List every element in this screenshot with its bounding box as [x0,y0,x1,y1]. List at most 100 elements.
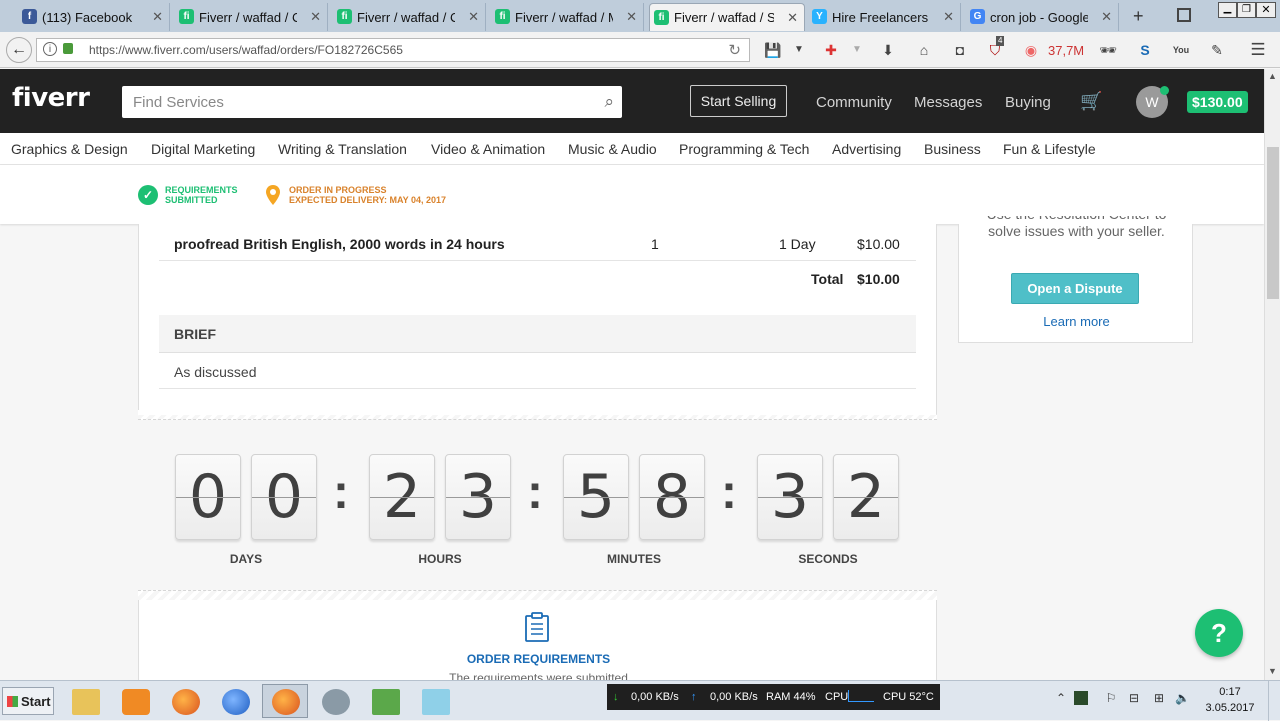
category-digital-marketing[interactable]: Digital Marketing [151,141,255,157]
dropdown-icon[interactable]: ▼ [848,41,866,59]
show-hidden-icons[interactable]: ⌃ [1054,691,1068,705]
order-item-duration: 1 Day [779,236,816,252]
category-business[interactable]: Business [924,141,981,157]
lock-icon [63,43,73,54]
ublock-icon[interactable]: ⛉ 4 [986,36,1005,59]
network-tray-icon[interactable]: ⊞ [1152,691,1166,705]
countdown-unit-minutes: MINUTES [607,552,661,566]
cpu-graph [848,690,874,702]
maximize-button[interactable]: ❐ [1237,2,1256,18]
cpu-temperature: CPU 52°C [883,691,934,703]
media-player-taskbar-icon[interactable] [112,684,158,718]
scroll-up-arrow[interactable]: ▲ [1268,71,1277,81]
notepad-taskbar-icon[interactable] [412,684,458,718]
clock-time[interactable]: 0:17 [1204,686,1256,698]
close-window-button[interactable]: ✕ [1256,2,1276,18]
category-programming-tech[interactable]: Programming & Tech [679,141,809,157]
nav-link-messages[interactable]: Messages [914,94,982,111]
minimize-button[interactable]: ▁ [1218,2,1237,18]
browser-tab[interactable]: Gcron job - Google S ✕ [966,3,1119,31]
info-icon[interactable]: i [43,42,57,56]
firefox-active-taskbar-icon[interactable] [262,684,308,718]
start-button[interactable]: Start [2,687,54,715]
category-video-animation[interactable]: Video & Animation [431,141,545,157]
url-bar[interactable]: i https://www.fiverr.com/users/waffad/or… [36,38,750,62]
close-tab-icon[interactable]: ✕ [787,10,798,26]
scroll-down-arrow[interactable]: ▼ [1268,666,1277,676]
countdown-digit: 3 [757,454,823,540]
close-tab-icon[interactable]: ✕ [152,9,163,25]
explorer-taskbar-icon[interactable] [62,684,108,718]
freelancer-icon: Y [812,9,827,24]
cart-icon[interactable]: 🛒 [1080,91,1102,112]
close-tab-icon[interactable]: ✕ [1101,9,1112,25]
back-button[interactable]: ← [6,37,32,63]
save-page-icon[interactable]: 💾 [764,41,782,59]
tab-label: Fiverr / waffad / My [515,9,613,25]
fiverr-logo[interactable]: fiverr [12,83,90,113]
reload-icon[interactable]: ↻ [728,41,741,59]
category-advertising[interactable]: Advertising [832,141,901,157]
nav-link-buying[interactable]: Buying [1005,94,1051,111]
page-scrollbar[interactable]: ▲ ▼ [1264,69,1280,680]
youtube-icon[interactable]: You [1172,41,1190,59]
countdown-digit: 2 [369,454,435,540]
incognito-icon[interactable]: 🕶 [1099,41,1117,59]
pocket-icon[interactable]: ◘ [951,41,969,59]
usb-tray-icon[interactable]: ⊟ [1127,691,1141,705]
menu-icon[interactable]: ☰ [1249,41,1267,59]
tab-label: Fiverr / waffad / Co [199,9,297,25]
category-fun-lifestyle[interactable]: Fun & Lifestyle [1003,141,1096,157]
dropdown-icon[interactable]: ▼ [790,41,808,59]
open-dispute-button[interactable]: Open a Dispute [1011,273,1139,304]
close-tab-icon[interactable]: ✕ [626,9,637,25]
search-icon[interactable]: ⌕ [604,92,614,112]
browser-tab[interactable]: fi Fiverr / waffad / Co ✕ [175,3,328,31]
brief-text: As discussed [174,364,257,380]
browser-tab[interactable]: fi Fiverr / waffad / Sh ✕ [649,3,805,31]
monitor-tray-icon[interactable] [1074,691,1088,705]
clock-date[interactable]: 3.05.2017 [1196,702,1264,714]
category-writing-translation[interactable]: Writing & Translation [278,141,407,157]
home-icon[interactable]: ⌂ [915,41,933,59]
volume-icon[interactable]: 🔈 [1175,691,1190,705]
learn-more-link[interactable]: Learn more [959,314,1194,329]
skype-icon[interactable]: S [1136,41,1154,59]
close-tab-icon[interactable]: ✕ [310,9,321,25]
facebook-icon: f [22,9,37,24]
divider [159,388,916,389]
fiverr-icon: fi [337,9,352,24]
memory-addon-icon[interactable]: ◉ [1022,41,1040,59]
browser-tab-strip: f(113) Facebook✕fiFiverr / waffad / Co✕f… [0,0,1280,32]
help-button[interactable]: ? [1195,609,1243,657]
start-label: Start [21,694,51,709]
order-requirements-title[interactable]: ORDER REQUIREMENTS [139,652,938,666]
flag-icon[interactable]: ⚐ [1104,691,1118,705]
category-graphics-design[interactable]: Graphics & Design [11,141,128,157]
browser-tab[interactable]: fi Fiverr / waffad / My ✕ [491,3,644,31]
balance-badge[interactable]: $130.00 [1187,91,1248,113]
close-tab-icon[interactable]: ✕ [468,9,479,25]
start-selling-button[interactable]: Start Selling [690,85,787,117]
scrollbar-thumb[interactable] [1267,147,1279,299]
new-tab-button[interactable]: + [1133,6,1144,27]
browser-tab[interactable]: Y Hire Freelancers & I ✕ [808,3,961,31]
search-input[interactable]: Find Services ⌕ [122,86,622,118]
show-desktop-button[interactable] [1268,681,1280,721]
fiverr-icon: fi [495,9,510,24]
addon-red-cross-icon[interactable]: ✚ [822,41,840,59]
chart-app-taskbar-icon[interactable] [362,684,408,718]
tab-label: cron job - Google S [990,9,1088,25]
category-music-audio[interactable]: Music & Audio [568,141,657,157]
status-requirements-submitted: REQUIREMENTS SUBMITTED [165,185,238,205]
download-icon[interactable]: ⬇ [879,41,897,59]
pencil-icon[interactable]: ✎ [1208,41,1226,59]
browser-tab[interactable]: f (113) Facebook ✕ [18,3,170,31]
nav-link-community[interactable]: Community [816,94,892,111]
tab-list-icon[interactable] [1177,8,1191,22]
thunderbird-taskbar-icon[interactable] [212,684,258,718]
firefox-taskbar-icon[interactable] [162,684,208,718]
network-tool-taskbar-icon[interactable] [312,684,358,718]
browser-tab[interactable]: fi Fiverr / waffad / Co ✕ [333,3,486,31]
close-tab-icon[interactable]: ✕ [943,9,954,25]
